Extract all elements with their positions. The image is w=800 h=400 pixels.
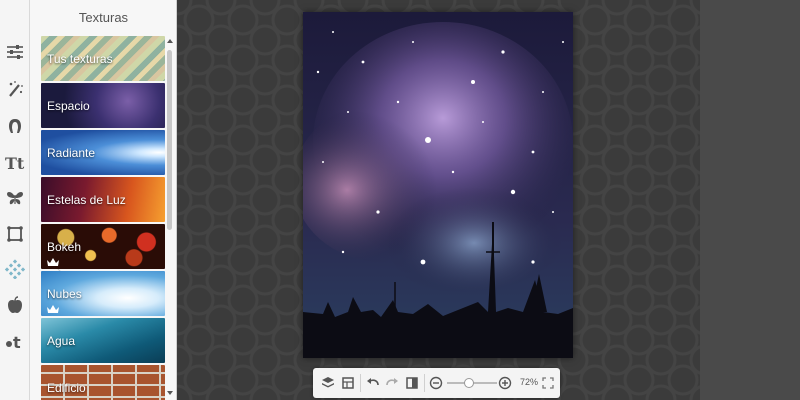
layers-icon[interactable] <box>319 374 337 392</box>
texture-label: Espacio <box>47 99 90 113</box>
texture-label: Radiante <box>47 146 96 160</box>
toolbar-divider <box>424 374 425 392</box>
frame-icon[interactable] <box>3 222 27 246</box>
magic-wand-icon[interactable] <box>3 77 27 101</box>
texture-label: Bokeh <box>47 240 82 254</box>
undo-icon[interactable] <box>364 374 382 392</box>
panel-title: Texturas <box>78 10 129 25</box>
zoom-slider-handle[interactable] <box>464 378 474 388</box>
right-strip <box>700 0 800 400</box>
texture-tile-espacio[interactable]: Espacio <box>41 83 165 128</box>
text-icon[interactable]: Tt <box>3 151 27 175</box>
texture-tile-estelas-de-luz[interactable]: Estelas de Luz <box>41 177 165 222</box>
zoom-in-icon[interactable] <box>496 374 514 392</box>
fullscreen-icon[interactable] <box>539 374 557 392</box>
scroll-down-icon[interactable] <box>167 390 173 396</box>
texture-tile-bokeh[interactable]: Bokeh <box>41 224 165 269</box>
texture-tile-edificio[interactable]: Edificio <box>41 365 165 400</box>
canvas-toolbar: 72% <box>313 368 560 398</box>
redo-icon[interactable] <box>383 374 401 392</box>
texture-panel: Texturas Tus texturas Espacio Radiante E… <box>30 0 177 400</box>
scroll-thumb[interactable] <box>167 50 172 230</box>
zoom-out-icon[interactable] <box>427 374 445 392</box>
texture-list: Tus texturas Espacio Radiante Estelas de… <box>41 36 165 400</box>
premium-crown-icon <box>47 305 59 313</box>
adjustments-icon[interactable] <box>3 40 27 64</box>
texture-label: Nubes <box>47 287 82 301</box>
touch-up-icon[interactable] <box>3 114 27 138</box>
texture-tile-radiante[interactable]: Radiante <box>41 130 165 175</box>
tool-rail: Tt t <box>0 0 30 400</box>
scroll-up-icon[interactable] <box>167 38 173 44</box>
apple-icon[interactable] <box>3 293 27 317</box>
zoom-level: 72% <box>520 377 539 387</box>
svg-text:t: t <box>13 333 21 350</box>
texture-label: Tus texturas <box>47 52 113 66</box>
texture-tile-agua[interactable]: Agua <box>41 318 165 363</box>
toolbar-divider <box>360 374 361 392</box>
themes-icon[interactable]: t <box>3 329 27 353</box>
edited-photo[interactable] <box>303 12 573 358</box>
svg-text:Tt: Tt <box>5 154 25 172</box>
texture-tile-nubes[interactable]: Nubes <box>41 271 165 316</box>
texture-label: Agua <box>47 334 76 348</box>
texture-label: Estelas de Luz <box>47 193 126 207</box>
compare-icon[interactable] <box>403 374 421 392</box>
texture-icon[interactable] <box>3 257 27 281</box>
premium-crown-icon <box>47 258 59 266</box>
texture-tile-tus-texturas[interactable]: Tus texturas <box>41 36 165 81</box>
butterfly-icon[interactable] <box>3 186 27 210</box>
texture-label: Edificio <box>47 381 86 395</box>
crop-icon[interactable] <box>339 374 357 392</box>
texture-scrollbar[interactable] <box>166 38 174 398</box>
